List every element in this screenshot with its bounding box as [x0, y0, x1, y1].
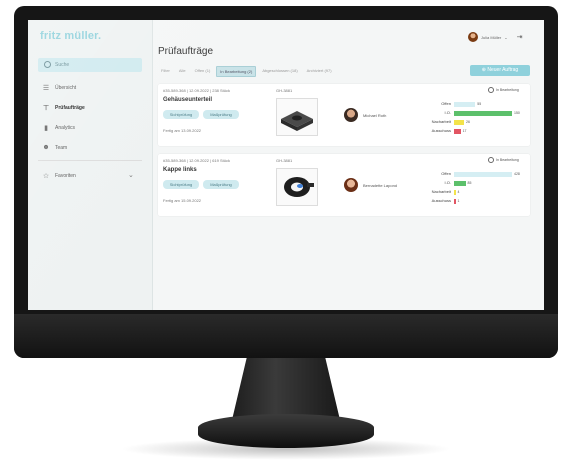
- user-name: Julia Müller: [481, 34, 502, 40]
- order-card[interactable]: #35-589-368 | 12.09.2022 | 238 Stück GH-…: [158, 84, 530, 146]
- assignee-name: Bernadette Lapond: [363, 182, 398, 188]
- filter-archiviert[interactable]: Archiviert (97): [304, 66, 335, 77]
- metric-label: Offen: [441, 101, 451, 106]
- page-title: Prüfaufträge: [158, 46, 214, 57]
- sidebar-item-pruefauftraege[interactable]: ⊤ Prüfaufträge: [42, 104, 85, 112]
- sidebar: fritz müller. Suche ☰ Übersicht ⊤ Prüfauft…: [28, 20, 153, 310]
- assignee: Michael Roth: [344, 108, 386, 122]
- assignee-avatar: [344, 178, 358, 192]
- sidebar-item-team[interactable]: ☻ Team: [42, 144, 67, 151]
- sidebar-divider: [38, 160, 142, 161]
- due-date: Fertig am 13.09.2022: [163, 128, 202, 133]
- chevron-down-icon[interactable]: ⌄: [128, 171, 134, 179]
- assignee: Bernadette Lapond: [344, 178, 397, 192]
- caliper-icon: ⊤: [42, 105, 50, 112]
- metric-value: 85: [467, 180, 472, 185]
- metric-value: 26: [466, 119, 470, 124]
- filter-in-bearbeitung[interactable]: In Bearbeitung (2): [216, 66, 257, 77]
- logout-icon[interactable]: ⇥: [517, 33, 523, 41]
- metric-value: 17: [462, 128, 467, 133]
- metric-label: Ausschuss: [431, 128, 451, 133]
- filter-label: Filter: [161, 68, 170, 73]
- tag-sichtpruefung[interactable]: Sichtprüfung: [163, 180, 199, 189]
- filter-bar: Filter Alle Offen (1) In Bearbeitung (2)…: [158, 66, 335, 77]
- metric-label: Ausschuss: [431, 198, 451, 203]
- metric-label: Nacharbeit: [431, 189, 451, 194]
- search-placeholder: Suche: [55, 62, 70, 68]
- metric-bar: [454, 111, 512, 116]
- order-gh: GH-3881: [276, 88, 293, 93]
- main-content: Julia Müller ⌄ ⇥ Prüfaufträge Filter All…: [152, 20, 544, 310]
- plus-icon: ⊕: [481, 67, 486, 73]
- status-icon: [488, 157, 494, 163]
- part-image: [276, 98, 318, 136]
- app-logo[interactable]: fritz müller.: [40, 30, 101, 42]
- status-badge: In Bearbeitung: [488, 157, 519, 163]
- metric-value: 150: [514, 110, 520, 115]
- search-icon: [44, 61, 51, 69]
- metric-bar: [454, 172, 512, 177]
- order-gh: GH-3881: [276, 158, 293, 163]
- order-meta: #35-589-368 | 12.09.2022 | 619 Stück: [163, 158, 231, 163]
- filter-abgeschlossen[interactable]: Abgeschlossen (18): [259, 66, 300, 77]
- bar-chart-icon: ▮: [44, 125, 48, 132]
- metric-label: Nacharbeit: [431, 119, 451, 124]
- metric-value: 1: [457, 198, 460, 203]
- metric-label: Offen: [441, 171, 451, 176]
- star-icon: ☆: [42, 173, 50, 180]
- metric-value: 428: [514, 171, 520, 176]
- new-order-button[interactable]: ⊕ Neuer Auftrag: [470, 65, 530, 76]
- filter-alle[interactable]: Alle: [176, 66, 189, 77]
- filter-offen[interactable]: Offen (1): [192, 66, 214, 77]
- chevron-down-icon: ⌄: [504, 34, 508, 40]
- app-screen: fritz müller. Suche ☰ Übersicht ⊤ Prüfauft…: [28, 20, 544, 310]
- tag-masspruefung[interactable]: Maßprüfung: [203, 110, 239, 119]
- metric-bar: [454, 181, 466, 186]
- metric-label: I.O.: [444, 110, 451, 115]
- search-input[interactable]: Suche: [38, 58, 142, 72]
- tag-masspruefung[interactable]: Maßprüfung: [203, 180, 239, 189]
- order-card[interactable]: #35-589-368 | 12.09.2022 | 619 Stück GH-…: [158, 154, 530, 216]
- metric-bar: [454, 102, 476, 107]
- tag-sichtpruefung[interactable]: Sichtprüfung: [163, 110, 199, 119]
- sidebar-item-analytics[interactable]: ▮ Analytics: [42, 124, 75, 132]
- metric-bar: [454, 120, 465, 125]
- user-avatar: [468, 32, 478, 42]
- monitor-neck: [232, 356, 340, 420]
- metric-bar: [454, 199, 456, 204]
- part-image: [276, 168, 318, 206]
- assignee-avatar: [344, 108, 358, 122]
- order-name: Kappe links: [163, 167, 197, 173]
- metric-value: 4: [457, 189, 460, 194]
- assignee-name: Michael Roth: [363, 112, 387, 118]
- list-icon: ☰: [42, 85, 50, 92]
- sidebar-item-uebersicht[interactable]: ☰ Übersicht: [42, 84, 76, 92]
- monitor-chin: [14, 314, 558, 358]
- metric-label: I.O.: [444, 180, 451, 185]
- status-badge: In Bearbeitung: [488, 87, 519, 93]
- sidebar-item-favoriten[interactable]: ☆ Favoriten: [42, 172, 76, 180]
- due-date: Fertig am 15.09.2022: [163, 198, 202, 203]
- metric-bar: [454, 129, 461, 134]
- team-icon: ☻: [42, 144, 50, 151]
- order-name: Gehäuseunterteil: [163, 97, 213, 103]
- metric-bar: [454, 190, 456, 195]
- metric-value: 55: [477, 101, 482, 106]
- monitor-base: [198, 414, 374, 448]
- user-menu[interactable]: Julia Müller ⌄ ⇥: [468, 32, 522, 42]
- order-meta: #35-589-368 | 12.09.2022 | 238 Stück: [163, 88, 231, 93]
- status-icon: [488, 87, 494, 93]
